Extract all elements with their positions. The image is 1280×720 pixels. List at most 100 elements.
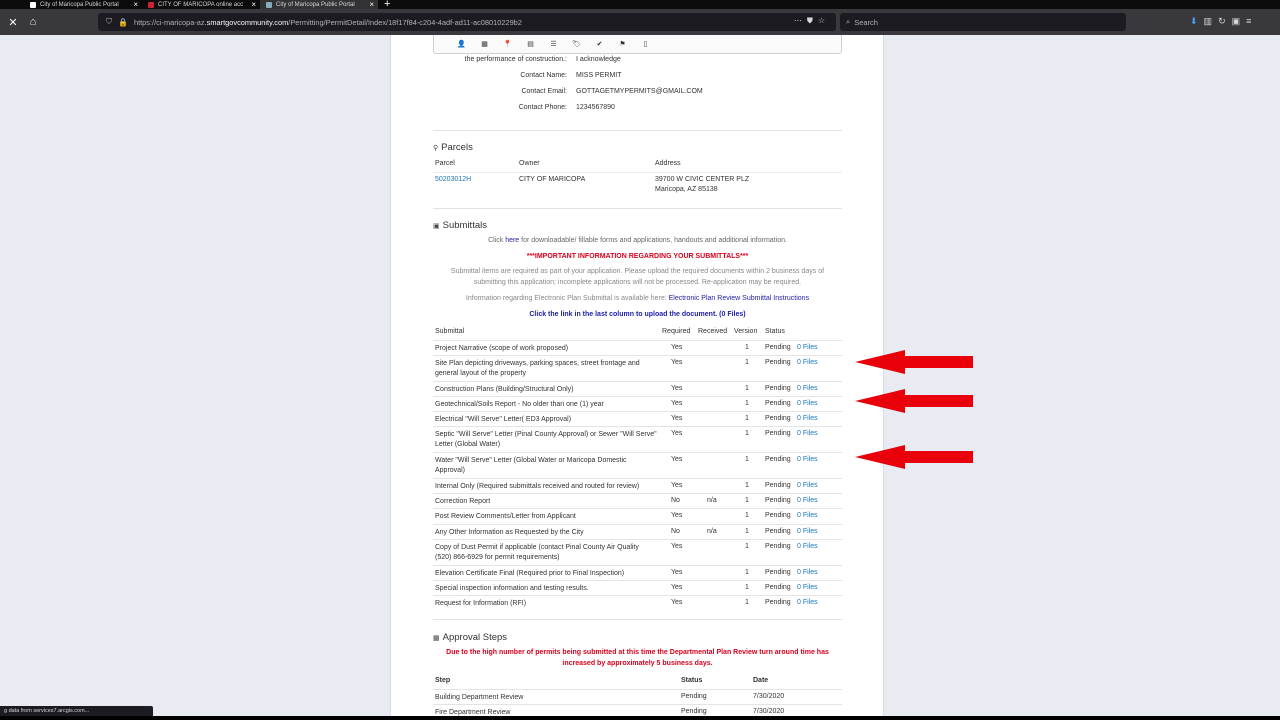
submittal-required: Yes — [671, 482, 683, 489]
submittal-status: Pending — [765, 430, 791, 437]
submittal-version: 1 — [745, 497, 749, 504]
browser-tab-1[interactable]: City of Maricopa Public Portal × — [24, 0, 142, 9]
search-input[interactable]: ⌕ Search — [840, 13, 1126, 31]
submittal-version: 1 — [745, 400, 749, 407]
approval-date: 7/30/2020 — [753, 693, 785, 700]
submittal-files-link[interactable]: 0 Files — [797, 415, 818, 422]
submittal-files-link[interactable]: 0 Files — [797, 385, 818, 392]
submittal-files-link[interactable]: 0 Files — [797, 359, 818, 366]
submittal-files-link[interactable]: 0 Files — [797, 456, 818, 463]
approval-row: Building Department Review Pending 7/30/… — [433, 689, 842, 704]
submittal-required: Yes — [671, 430, 683, 437]
stop-icon[interactable]: ✕ — [4, 16, 22, 29]
submittal-status: Pending — [765, 415, 791, 422]
submittal-row: Construction Plans (Building/Structural … — [433, 381, 842, 396]
favicon-icon — [148, 1, 154, 8]
submittal-row: Correction Report No n/a 1 Pending 0 Files — [433, 493, 842, 508]
browser-tab-2[interactable]: CITY OF MARICOPA online acc × — [142, 0, 260, 9]
bookmark-star-icon[interactable]: ☆ — [818, 16, 830, 25]
divider — [433, 208, 842, 209]
close-tab-icon[interactable]: × — [369, 0, 374, 9]
close-tab-icon[interactable]: × — [251, 0, 256, 9]
contact-name-value: MISS PERMIT — [576, 72, 622, 79]
submittal-files-link[interactable]: 0 Files — [797, 584, 818, 591]
parcels-heading: ⚲ Parcels — [433, 142, 473, 153]
grid-icon[interactable]: ▦ — [473, 40, 496, 48]
approval-step: Building Department Review — [435, 694, 524, 701]
url-actions[interactable]: ⋯⛊☆ — [794, 16, 830, 26]
person-icon[interactable]: 👤 — [450, 40, 473, 48]
submittal-required: Yes — [671, 400, 683, 407]
submittal-version: 1 — [745, 385, 749, 392]
submittal-files-link[interactable]: 0 Files — [797, 599, 818, 606]
browser-nav-bar: ✕ ⌂ ⛉ 🔒 https://ci-maricopa-az. smartgovc… — [0, 9, 1280, 35]
download-icon[interactable]: ⬇ — [1190, 16, 1204, 26]
menu-icon[interactable]: ≡ — [1246, 16, 1257, 26]
arrow-shape — [855, 445, 973, 469]
tab-title: City of Maricopa Public Portal — [40, 1, 119, 8]
parcel-header: Parcel — [435, 160, 455, 167]
url-prefix: https://ci-maricopa-az. — [133, 17, 207, 27]
submittal-required: Yes — [671, 385, 683, 392]
map-pin-icon[interactable]: 📍 — [496, 40, 519, 48]
submittal-version: 1 — [745, 543, 749, 550]
contact-email-label: Contact Email: — [521, 88, 567, 95]
document-icon[interactable]: ▯ — [634, 40, 657, 48]
submittal-files-link[interactable]: 0 Files — [797, 430, 818, 437]
address-header: Address — [655, 160, 681, 167]
submittal-files-link[interactable]: 0 Files — [797, 497, 818, 504]
divider — [433, 172, 842, 173]
submittal-name: Special inspection information and testi… — [435, 585, 589, 592]
inbox-icon[interactable]: ▤ — [519, 40, 542, 48]
parcel-address-line2: Maricopa, AZ 85138 — [655, 186, 718, 193]
history-icon[interactable]: ↻ — [1218, 16, 1232, 26]
submittal-files-link[interactable]: 0 Files — [797, 400, 818, 407]
eplan-link[interactable]: Electronic Plan Review Submittal Instruc… — [669, 295, 809, 302]
submittal-version: 1 — [745, 569, 749, 576]
list-icon[interactable]: ☰ — [542, 40, 565, 48]
submittal-row: Water "Will Serve" Letter (Global Water … — [433, 452, 842, 478]
submittal-name: Post Review Comments/Letter from Applica… — [435, 513, 576, 520]
submittal-files-link[interactable]: 0 Files — [797, 512, 818, 519]
more-icon[interactable]: ⋯ — [794, 16, 807, 25]
inbox-icon: ▣ — [433, 223, 440, 230]
new-tab-button[interactable]: + — [378, 0, 396, 10]
browser-tab-3[interactable]: City of Maricopa Public Portal × — [260, 0, 378, 9]
tag-icon[interactable]: 🏷 — [565, 40, 588, 48]
eplan-prefix: Information regarding Electronic Plan Su… — [465, 295, 669, 302]
approval-status: Pending — [681, 708, 707, 715]
check-circle-icon[interactable]: ✔ — [588, 40, 611, 48]
submittal-status: Pending — [765, 528, 791, 535]
url-path: /Permitting/PermitDetail/Index/18f17f84-… — [288, 17, 522, 27]
submittal-status: Pending — [765, 385, 791, 392]
close-tab-icon[interactable]: × — [133, 0, 138, 9]
submittal-name: Geotechnical/Soils Report - No older tha… — [435, 401, 604, 408]
submittal-status: Pending — [765, 497, 791, 504]
submittal-version: 1 — [745, 599, 749, 606]
contact-name-label: Contact Name: — [520, 72, 567, 79]
submittal-files-link[interactable]: 0 Files — [797, 543, 818, 550]
browser-tab-bar: City of Maricopa Public Portal × CITY OF… — [0, 0, 1280, 10]
library-icon[interactable]: ▥ — [1204, 16, 1219, 26]
url-bar[interactable]: ⛉ 🔒 https://ci-maricopa-az. smartgovcommu… — [98, 13, 836, 31]
submittal-files-link[interactable]: 0 Files — [797, 569, 818, 576]
flag-icon[interactable]: ⚑ — [611, 40, 634, 48]
submittal-required: Yes — [671, 599, 683, 606]
submittal-files-link[interactable]: 0 Files — [797, 482, 818, 489]
submittal-required: Yes — [671, 543, 683, 550]
submittal-received: n/a — [707, 528, 717, 535]
home-icon[interactable]: ⌂ — [24, 16, 42, 28]
forms-here-link[interactable]: here — [505, 237, 519, 244]
submittal-row: Electrical "Will Serve" Letter( ED3 Appr… — [433, 411, 842, 426]
map-marker-icon: ⚲ — [433, 145, 439, 152]
pocket-icon[interactable]: ⛊ — [807, 16, 818, 25]
submittal-version: 1 — [745, 344, 749, 351]
favicon-icon — [30, 1, 36, 8]
submittal-files-link[interactable]: 0 Files — [797, 344, 818, 351]
submittal-required: Yes — [671, 359, 683, 366]
sidebar-icon[interactable]: ▣ — [1232, 16, 1247, 26]
parcel-link[interactable]: 50203012H — [435, 175, 471, 185]
submittal-files-link[interactable]: 0 Files — [797, 528, 818, 535]
submittal-name: Construction Plans (Building/Structural … — [435, 386, 574, 393]
submittal-required: Yes — [671, 584, 683, 591]
